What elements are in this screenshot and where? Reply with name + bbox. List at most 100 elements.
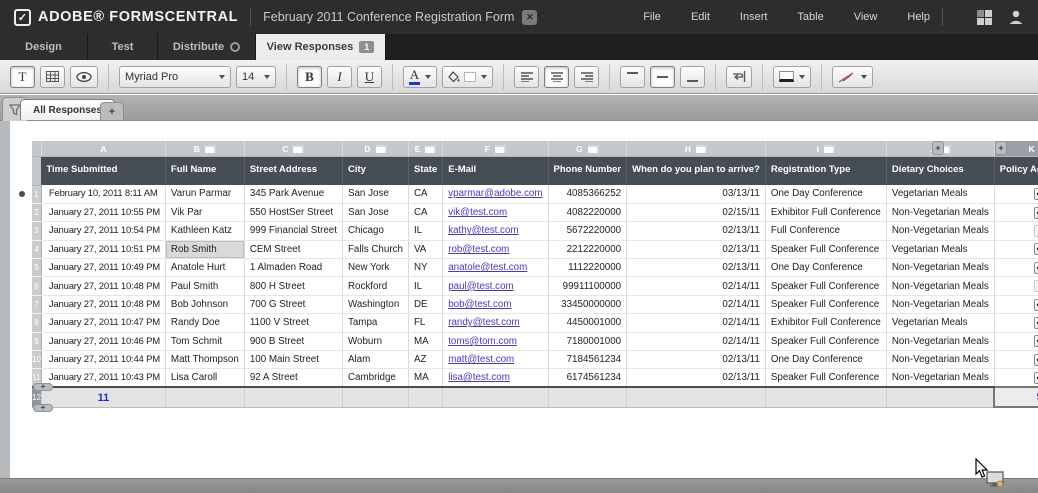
cell-city[interactable]: Chicago: [342, 222, 408, 240]
user-account-icon[interactable]: [1008, 9, 1024, 25]
cell-arrive[interactable]: 02/13/11: [627, 222, 766, 240]
cell-city[interactable]: San Jose: [342, 185, 408, 203]
column-header-9[interactable]: Registration Type: [765, 156, 886, 185]
cell-arrive[interactable]: 02/13/11: [627, 240, 766, 258]
row-number[interactable]: 6: [32, 277, 41, 295]
add-sheet-tab-button[interactable]: +: [100, 102, 124, 120]
cell-name[interactable]: Lisa Caroll: [165, 369, 244, 387]
cell-city[interactable]: San Jose: [342, 203, 408, 221]
cell-city[interactable]: Washington: [342, 295, 408, 313]
line-style-button[interactable]: [832, 66, 873, 88]
screen-share-tray-icon[interactable]: [986, 471, 1006, 489]
preview-button[interactable]: [70, 66, 98, 88]
cell-time[interactable]: January 27, 2011 10:51 PM: [41, 240, 165, 258]
policy-checkbox[interactable]: ✓: [1034, 317, 1038, 329]
cell-registration[interactable]: One Day Conference: [765, 185, 886, 203]
cell-registration[interactable]: Exhibitor Full Conference: [765, 314, 886, 332]
cell-address[interactable]: 100 Main Street: [244, 351, 342, 369]
bold-button[interactable]: B: [297, 66, 322, 88]
cell-address[interactable]: 700 G Street: [244, 295, 342, 313]
cell-dietary[interactable]: Non-Vegetarian Meals: [886, 295, 994, 313]
cell-name[interactable]: Randy Doe: [165, 314, 244, 332]
cell-phone[interactable]: 4085366252: [548, 185, 627, 203]
cell-city[interactable]: Falls Church: [342, 240, 408, 258]
cell-email[interactable]: paul@test.com: [443, 277, 548, 295]
font-family-select[interactable]: Myriad Pro: [119, 66, 231, 88]
cell-state[interactable]: CA: [408, 203, 442, 221]
column-header-2[interactable]: Full Name: [165, 156, 244, 185]
cell-policy[interactable]: [994, 222, 1038, 240]
cell-address[interactable]: 800 H Street: [244, 277, 342, 295]
cell-name[interactable]: Kathleen Katz: [165, 222, 244, 240]
cell-dietary[interactable]: Non-Vegetarian Meals: [886, 203, 994, 221]
cell-city[interactable]: Woburn: [342, 332, 408, 350]
cell-time[interactable]: January 27, 2011 10:47 PM: [41, 314, 165, 332]
email-link[interactable]: vparmar@adobe.com: [448, 188, 542, 199]
align-left-button[interactable]: [514, 66, 539, 88]
cell-state[interactable]: CA: [408, 185, 442, 203]
cell-phone[interactable]: 2212220000: [548, 240, 627, 258]
valign-top-button[interactable]: [620, 66, 645, 88]
cell-arrive[interactable]: 02/13/11: [627, 259, 766, 277]
column-letter-G[interactable]: G: [548, 141, 627, 156]
cell-state[interactable]: FL: [408, 314, 442, 332]
column-letter-B[interactable]: B: [165, 141, 244, 156]
column-letter-H[interactable]: H: [627, 141, 766, 156]
wrap-text-button[interactable]: [726, 66, 752, 88]
insert-column-right-button[interactable]: +: [995, 141, 1007, 155]
cell-arrive[interactable]: 02/14/11: [627, 314, 766, 332]
cell-phone[interactable]: 33450000000: [548, 295, 627, 313]
cell-policy[interactable]: [994, 277, 1038, 295]
underline-button[interactable]: U: [357, 66, 382, 88]
menu-table[interactable]: Table: [797, 11, 823, 23]
email-link[interactable]: toms@tom.com: [448, 336, 517, 347]
menu-insert[interactable]: Insert: [740, 11, 768, 23]
cell-time[interactable]: January 27, 2011 10:46 PM: [41, 332, 165, 350]
cell-state[interactable]: MA: [408, 369, 442, 387]
cell-phone[interactable]: 7184561234: [548, 351, 627, 369]
row-number[interactable]: 10: [32, 351, 41, 369]
valign-bottom-button[interactable]: [680, 66, 705, 88]
cell-email[interactable]: toms@tom.com: [443, 332, 548, 350]
email-link[interactable]: kathy@test.com: [448, 225, 518, 236]
row-number[interactable]: 4: [32, 240, 41, 258]
cell-arrive[interactable]: 02/14/11: [627, 277, 766, 295]
cell-registration[interactable]: Speaker Full Conference: [765, 369, 886, 387]
cell-registration[interactable]: One Day Conference: [765, 259, 886, 277]
text-color-button[interactable]: A: [403, 66, 437, 88]
cell-time[interactable]: January 27, 2011 10:49 PM: [41, 259, 165, 277]
cell-email[interactable]: lisa@test.com: [443, 369, 548, 387]
cell-email[interactable]: kathy@test.com: [443, 222, 548, 240]
cell-policy[interactable]: ✓: [994, 314, 1038, 332]
column-header-1[interactable]: Time Submitted: [41, 156, 165, 185]
policy-checkbox[interactable]: ✓: [1034, 262, 1038, 274]
column-header-10[interactable]: Dietary Choices: [886, 156, 994, 185]
cell-dietary[interactable]: Non-Vegetarian Meals: [886, 259, 994, 277]
column-letter-A[interactable]: A: [41, 141, 165, 156]
cell-name[interactable]: Vik Par: [165, 203, 244, 221]
close-document-icon[interactable]: ✕: [522, 10, 537, 25]
cell-policy[interactable]: ✓: [994, 351, 1038, 369]
cell-time[interactable]: January 27, 2011 10:55 PM: [41, 203, 165, 221]
cell-city[interactable]: New York: [342, 259, 408, 277]
policy-checkbox[interactable]: ✓: [1034, 188, 1038, 200]
cell-registration[interactable]: Full Conference: [765, 222, 886, 240]
column-letter-E[interactable]: E: [408, 141, 442, 156]
cell-state[interactable]: IL: [408, 222, 442, 240]
cell-policy[interactable]: ✓: [994, 240, 1038, 258]
cell-policy[interactable]: ✓: [994, 369, 1038, 387]
cell-arrive[interactable]: 02/14/11: [627, 295, 766, 313]
cell-email[interactable]: anatole@test.com: [443, 259, 548, 277]
cell-address[interactable]: 92 A Street: [244, 369, 342, 387]
cell-registration[interactable]: One Day Conference: [765, 351, 886, 369]
font-size-select[interactable]: 14: [236, 66, 276, 88]
apps-grid-icon[interactable]: [977, 10, 992, 25]
cell-dietary[interactable]: Non-Vegetarian Meals: [886, 369, 994, 387]
cell-phone[interactable]: 7180001000: [548, 332, 627, 350]
cell-dietary[interactable]: Vegetarian Meals: [886, 240, 994, 258]
cell-phone[interactable]: 1112220000: [548, 259, 627, 277]
column-header-8[interactable]: When do you plan to arrive?: [627, 156, 766, 185]
cell-arrive[interactable]: 02/14/11: [627, 332, 766, 350]
email-link[interactable]: matt@test.com: [448, 354, 514, 365]
policy-checkbox[interactable]: ✓: [1034, 372, 1038, 384]
